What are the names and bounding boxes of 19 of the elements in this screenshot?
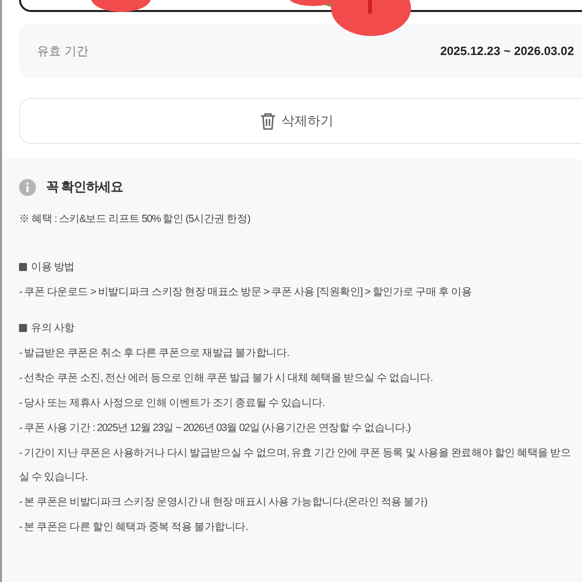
square-bullet-icon (19, 263, 27, 271)
notice-line: - 선착순 쿠폰 소진, 전산 에러 등으로 인해 쿠폰 발급 불가 시 대체 혜택을 받으실 수 없습니다. (19, 371, 434, 386)
trash-icon (260, 112, 276, 130)
notice-line: - 당사 또는 제휴사 사정으로 인해 이벤트가 조기 종료될 수 있습니다. (19, 396, 326, 411)
benefit-text: ※ 혜택 : 스키&보드 리프트 50% 할인 (5시간권 한정) (19, 212, 252, 227)
validity-label: 유효 기간 (37, 43, 88, 60)
notice-title: 꼭 확인하세요 (46, 178, 123, 196)
notice-line: - 쿠폰 다운로드 > 비발디파크 스키장 현장 매표소 방문 > 쿠폰 사용 [직원확인] > 할인가로 구매 후 이용 (19, 285, 473, 300)
notice-line: - 본 쿠폰은 다른 할인 혜택과 중복 적용 불가합니다. (19, 520, 249, 535)
square-bullet-icon (19, 324, 27, 332)
section-heading: 이용 방법 (31, 260, 74, 275)
validity-dates: 2025.12.23 ~ 2026.03.02 (440, 43, 574, 60)
notice-line: - 본 쿠폰은 비발디파크 스키장 운영시간 내 현장 매표시 사용 가능합니다.(온라인 적용 불가) (19, 495, 428, 510)
info-icon (19, 178, 36, 196)
notice-line: - 쿠폰 사용 기간 : 2025년 12월 23일 ~ 2026년 03월 02일 (사용기간은 연장할 수 없습니다.) (19, 421, 412, 436)
notice-line: - 발급받은 쿠폰은 취소 후 다른 쿠폰으로 재발급 불가합니다. (19, 346, 290, 361)
section-heading: 유의 사항 (31, 321, 74, 336)
notice-line: - 기간이 지난 쿠폰은 사용하거나 다시 발급받으실 수 없으며, 유효 기간 안에 쿠폰 등록 및 사용을 완료해야 할인 혜택을 받으 실 수 있습니다. (19, 446, 572, 485)
delete-button[interactable]: 삭제하기 (19, 98, 582, 144)
